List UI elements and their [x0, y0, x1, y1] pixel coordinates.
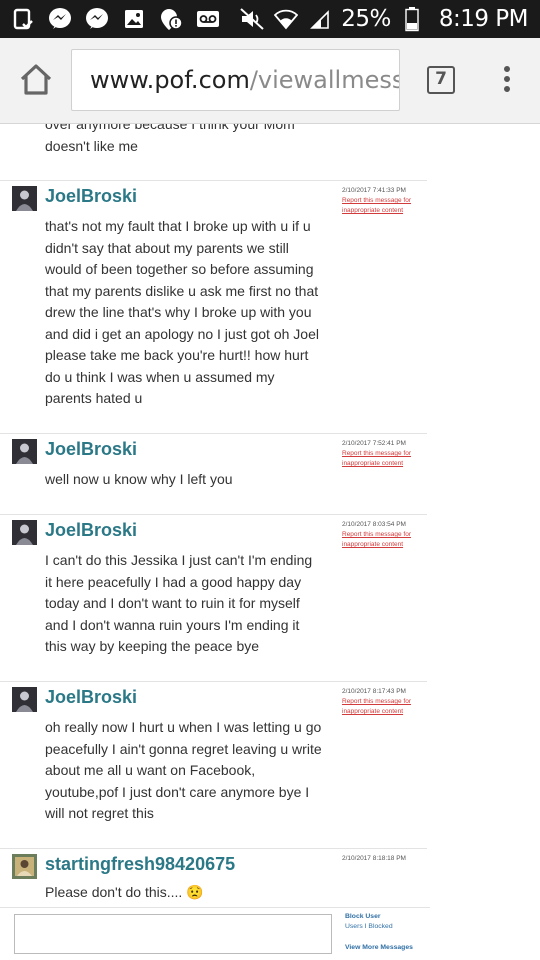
message-item: JoelBroski 2/10/2017 7:52:41 PM Report t…: [0, 435, 430, 513]
wifi-icon: [273, 6, 299, 32]
view-more-messages-link[interactable]: View More Messages: [345, 943, 413, 953]
reply-area: Block User Users I Blocked View More Mes…: [0, 907, 430, 960]
conversation-thread: over anymore because I think your Mom do…: [0, 124, 540, 960]
gallery-icon: [121, 6, 147, 32]
battery-percent: 25%: [341, 6, 391, 32]
message-timestamp: 2/10/2017 8:17:43 PM: [342, 688, 406, 695]
message-meta: 2/10/2017 8:17:43 PM Report this message…: [342, 687, 426, 717]
report-message-link[interactable]: Report this message for inappropriate co…: [342, 530, 426, 550]
report-message-link[interactable]: Report this message for inappropriate co…: [342, 196, 426, 216]
home-icon: [20, 64, 52, 95]
sender-name[interactable]: JoelBroski: [45, 186, 137, 207]
message-timestamp: 2/10/2017 7:41:33 PM: [342, 187, 406, 194]
overflow-menu-button[interactable]: [500, 66, 514, 96]
clipboard-check-icon: [10, 6, 36, 32]
message-item: JoelBroski 2/10/2017 8:17:43 PM Report t…: [0, 683, 430, 847]
report-message-link[interactable]: Report this message for inappropriate co…: [342, 449, 426, 469]
sender-name[interactable]: JoelBroski: [45, 687, 137, 708]
message-item: JoelBroski 2/10/2017 7:41:33 PM Report t…: [0, 182, 430, 432]
url-path: /viewallmessa: [249, 66, 399, 94]
tab-switcher-button[interactable]: 7: [427, 66, 455, 94]
message-meta: 2/10/2017 7:52:41 PM Report this message…: [342, 439, 426, 469]
avatar[interactable]: [12, 854, 37, 879]
report-message-link[interactable]: Report this message for inappropriate co…: [342, 697, 426, 717]
avatar[interactable]: [12, 186, 37, 211]
sender-name[interactable]: startingfresh98420675: [45, 854, 235, 875]
message-meta: 2/10/2017 7:41:33 PM Report this message…: [342, 186, 426, 216]
system-indicators: 25% 8:19 PM: [239, 0, 529, 38]
sender-name[interactable]: JoelBroski: [45, 520, 137, 541]
divider: [0, 180, 427, 181]
battery-icon: [399, 6, 425, 32]
avatar[interactable]: [12, 439, 37, 464]
reply-links: Block User Users I Blocked View More Mes…: [345, 912, 413, 953]
messenger-icon: [84, 6, 110, 32]
url-host: www.pof.com: [90, 66, 250, 94]
message-meta: 2/10/2017 8:18:18 PM: [342, 854, 426, 864]
message-text: oh really now I hurt u when I was lettin…: [45, 719, 322, 821]
alert-location-icon: [158, 6, 184, 32]
mute-icon: [239, 6, 265, 32]
message-text: well now u know why I left you: [45, 471, 233, 487]
browser-toolbar: www.pof.com/viewallmessa 7: [0, 38, 540, 124]
message-text: over anymore because I think your Mom do…: [45, 124, 295, 154]
divider: [0, 848, 427, 849]
messenger-icon: [47, 6, 73, 32]
message-text-content: Please don't do this....: [45, 884, 183, 900]
users-blocked-link[interactable]: Users I Blocked: [345, 922, 413, 932]
divider: [0, 433, 427, 434]
message-timestamp: 2/10/2017 8:03:54 PM: [342, 521, 406, 528]
message-text: I can't do this Jessika I just can't I'm…: [45, 552, 313, 654]
divider: [0, 514, 427, 515]
notification-icons: [10, 5, 221, 33]
message-meta: 2/10/2017 8:03:54 PM Report this message…: [342, 520, 426, 550]
divider: [0, 681, 427, 682]
clock: 8:19 PM: [438, 6, 529, 32]
message-timestamp: 2/10/2017 7:52:41 PM: [342, 440, 406, 447]
worried-face-emoji: 😟: [186, 884, 204, 900]
message-timestamp: 2/10/2017 8:18:18 PM: [342, 855, 406, 862]
more-vert-icon: [504, 66, 510, 72]
message-item: JoelBroski 2/10/2017 8:03:54 PM Report t…: [0, 516, 430, 680]
status-bar: 25% 8:19 PM: [0, 0, 540, 38]
avatar[interactable]: [12, 687, 37, 712]
message-text: Please don't do this.... 😟: [45, 882, 323, 904]
message-item: startingfresh98420675 2/10/2017 8:18:18 …: [0, 850, 430, 907]
message-text: that's not my fault that I broke up with…: [45, 218, 319, 406]
voicemail-icon: [195, 6, 221, 32]
block-user-link[interactable]: Block User: [345, 912, 413, 922]
signal-icon: [307, 6, 333, 32]
reply-textarea[interactable]: [14, 914, 332, 954]
home-button[interactable]: [18, 62, 54, 98]
avatar[interactable]: [12, 520, 37, 545]
address-bar[interactable]: www.pof.com/viewallmessa: [71, 49, 400, 111]
sender-name[interactable]: JoelBroski: [45, 439, 137, 460]
